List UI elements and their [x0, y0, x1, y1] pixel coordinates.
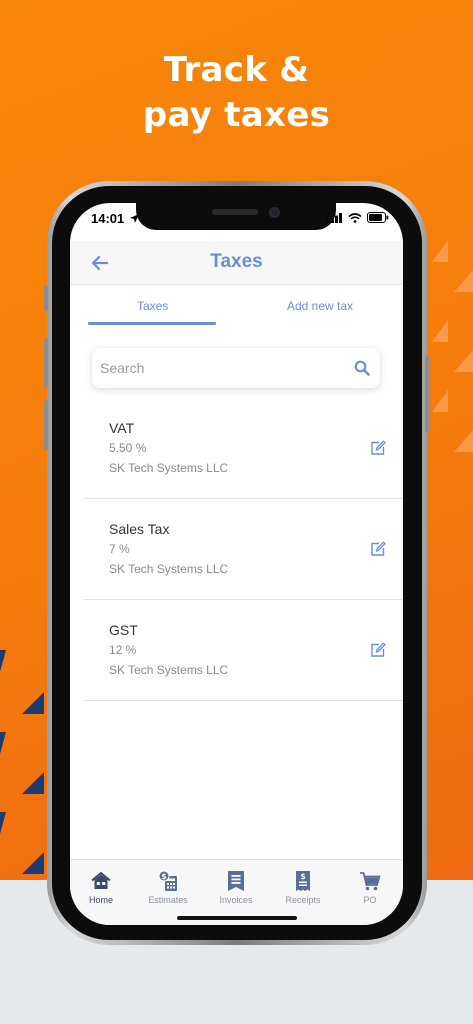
svg-text:$: $: [161, 872, 166, 881]
bottom-tab-invoices[interactable]: Invoices: [205, 870, 267, 905]
tax-rate: 7 %: [109, 542, 130, 556]
cart-icon: [360, 872, 381, 891]
bottom-tab-home[interactable]: Home: [70, 870, 132, 905]
page-title: Taxes: [210, 251, 263, 272]
tax-list: VAT 5.50 % SK Tech Systems LLC Sales Tax…: [84, 398, 403, 701]
receipts-icon: $: [296, 871, 310, 891]
tax-company: SK Tech Systems LLC: [109, 461, 229, 475]
headline-line-2: pay taxes: [142, 95, 331, 135]
phone-power-button: [425, 355, 429, 433]
invoices-icon: [228, 871, 244, 891]
tax-rate: 5.50 %: [109, 441, 147, 455]
status-icons: [327, 212, 389, 223]
cellular-signal-icon: [327, 212, 342, 223]
decorative-triangles-right: [432, 240, 473, 452]
search-icon[interactable]: [354, 360, 370, 376]
bottom-tab-label: Receipts: [285, 895, 321, 905]
bottom-tab-label: Estimates: [148, 895, 188, 905]
tax-name: GST: [109, 622, 138, 638]
speaker-grille: [212, 209, 258, 215]
edit-icon[interactable]: [370, 541, 386, 557]
active-tab-indicator: [88, 322, 216, 325]
tab-add-new-tax[interactable]: Add new tax: [287, 299, 353, 313]
phone-screen: 14:01 Taxes Taxes Add new tax Search VAT…: [70, 203, 403, 925]
tax-name: Sales Tax: [109, 521, 170, 537]
edit-icon[interactable]: [370, 642, 386, 658]
tax-row-gst[interactable]: GST 12 % SK Tech Systems LLC: [84, 600, 403, 701]
phone-mute-switch: [44, 285, 48, 311]
tab-taxes[interactable]: Taxes: [137, 299, 168, 313]
bottom-tab-po[interactable]: PO: [339, 870, 401, 905]
status-time-text: 14:01: [91, 211, 125, 226]
front-camera: [269, 207, 280, 218]
tax-name: VAT: [109, 420, 135, 436]
edit-icon[interactable]: [370, 440, 386, 456]
wifi-icon: [348, 212, 362, 223]
tax-rate: 12 %: [109, 643, 137, 657]
bottom-tab-label: Invoices: [219, 895, 253, 905]
search-box: [92, 348, 380, 388]
headline: Track & pay taxes: [0, 48, 473, 138]
phone-volume-down: [44, 400, 48, 450]
tax-row-sales-tax[interactable]: Sales Tax 7 % SK Tech Systems LLC: [84, 499, 403, 600]
navigation-bar: Taxes: [70, 241, 403, 285]
phone-volume-up: [44, 338, 48, 388]
headline-line-1: Track &: [163, 50, 310, 90]
tax-company: SK Tech Systems LLC: [109, 663, 229, 677]
tax-company: SK Tech Systems LLC: [109, 562, 229, 576]
home-indicator: [177, 916, 297, 920]
bottom-tab-estimates[interactable]: $ Estimates: [137, 870, 199, 905]
estimates-icon: $: [158, 870, 177, 891]
home-icon: [91, 872, 111, 889]
status-time: 14:01: [91, 211, 139, 226]
decorative-triangles-left: [0, 650, 44, 874]
svg-text:$: $: [300, 872, 305, 881]
bottom-tab-label: PO: [363, 895, 377, 905]
bottom-tab-receipts[interactable]: $ Receipts: [272, 870, 334, 905]
bottom-tab-label: Home: [88, 895, 113, 905]
phone-notch: [136, 203, 336, 230]
battery-icon: [367, 212, 389, 223]
tab-bar: Taxes Add new tax: [70, 285, 403, 327]
location-arrow-icon: [129, 214, 139, 223]
tax-row-vat[interactable]: VAT 5.50 % SK Tech Systems LLC: [84, 398, 403, 499]
search-input[interactable]: [100, 348, 340, 388]
